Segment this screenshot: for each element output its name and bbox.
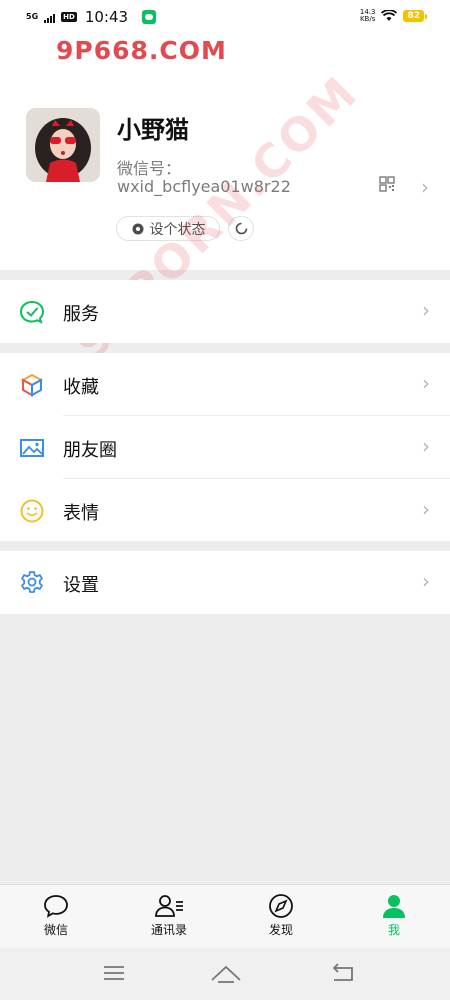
- network-speed-unit: KB/s: [359, 15, 376, 23]
- wechat-id-label: 微信号：: [117, 159, 182, 178]
- services-section: 服务 ›: [0, 280, 450, 343]
- network-speed: 14.3 KB/s: [360, 9, 376, 23]
- wechat-notification-icon: [142, 10, 157, 24]
- content-section: 收藏 › 朋友圈 › 表情 ›: [0, 353, 450, 541]
- network-type: 5G: [26, 12, 39, 21]
- menu-icon[interactable]: [103, 965, 125, 981]
- signal-icon: [44, 12, 56, 23]
- home-icon[interactable]: [210, 963, 242, 983]
- menu-item-favorites-label: 收藏: [63, 377, 99, 398]
- bottom-tab-bar: 微信 通讯录 发现 我: [0, 884, 450, 949]
- tab-contacts[interactable]: 通讯录: [134, 893, 204, 938]
- menu-item-services[interactable]: 服务 ›: [0, 280, 450, 343]
- stickers-smiley-icon: [20, 499, 44, 523]
- menu-item-settings-label: 设置: [63, 575, 99, 596]
- battery-indicator: 82: [403, 10, 427, 22]
- tab-contacts-label: 通讯录: [150, 923, 187, 937]
- watermark-top: 9P668.COM: [56, 36, 227, 65]
- menu-item-stickers[interactable]: 表情 ›: [0, 479, 450, 542]
- hd-badge: HD: [61, 12, 77, 22]
- menu-item-moments-label: 朋友圈: [63, 440, 117, 461]
- compass-icon: [269, 894, 293, 918]
- set-status-button[interactable]: 设个状态: [116, 216, 220, 241]
- settings-gear-icon: [21, 571, 43, 593]
- qr-code-icon[interactable]: [379, 176, 395, 192]
- tab-discover[interactable]: 发现: [246, 893, 316, 938]
- contacts-icon: [155, 895, 183, 917]
- tab-chats[interactable]: 微信: [21, 893, 91, 938]
- profile-header[interactable]: 小野猫 微信号： wxid_bcflyea01w8r22 › 设个状态: [0, 36, 450, 270]
- chevron-right-icon: ›: [422, 298, 430, 322]
- me-icon: [383, 895, 405, 918]
- profile-name: 小野猫: [117, 116, 189, 144]
- menu-item-services-label: 服务: [63, 304, 99, 325]
- menu-item-favorites[interactable]: 收藏 ›: [0, 353, 450, 416]
- favorites-cube-icon: [20, 373, 44, 397]
- refresh-icon: [235, 222, 248, 235]
- tab-chats-label: 微信: [43, 923, 68, 937]
- chevron-right-icon: ›: [422, 569, 430, 593]
- refresh-status-button[interactable]: [228, 216, 254, 241]
- chat-bubble-icon: [44, 895, 68, 918]
- chevron-right-icon: ›: [422, 371, 430, 395]
- chevron-right-icon: ›: [422, 434, 430, 458]
- services-icon: [19, 300, 45, 324]
- wechat-id: wxid_bcflyea01w8r22: [117, 177, 291, 196]
- status-bar: 5G HD 10:43 14.3 KB/s 82: [0, 0, 450, 36]
- status-time: 10:43: [84, 8, 129, 26]
- back-icon[interactable]: [330, 963, 356, 983]
- menu-item-stickers-label: 表情: [63, 503, 99, 524]
- menu-item-settings[interactable]: 设置 ›: [0, 551, 450, 614]
- moments-image-icon: [20, 439, 44, 457]
- settings-section: 设置 ›: [0, 551, 450, 614]
- tab-me[interactable]: 我: [359, 893, 429, 938]
- wifi-icon: [381, 10, 398, 21]
- chevron-right-icon: ›: [422, 497, 430, 521]
- tab-discover-label: 发现: [268, 923, 293, 937]
- tab-me-label: 我: [387, 923, 400, 937]
- set-status-label: 设个状态: [149, 221, 206, 238]
- status-flower-icon: [132, 223, 143, 234]
- menu-item-moments[interactable]: 朋友圈 ›: [0, 416, 450, 479]
- avatar[interactable]: [26, 108, 100, 182]
- profile-chevron-icon: ›: [421, 175, 429, 199]
- system-navigation-bar: [0, 948, 450, 1000]
